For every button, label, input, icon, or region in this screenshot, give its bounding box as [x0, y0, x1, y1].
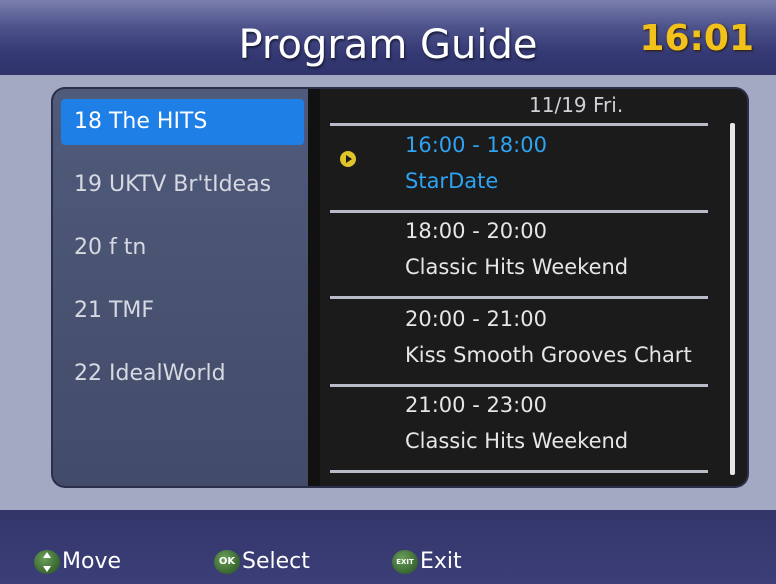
move-hint[interactable]: Move [34, 548, 121, 576]
program-separator [330, 123, 708, 126]
move-label: Move [62, 549, 121, 574]
select-label: Select [242, 549, 310, 574]
program-time[interactable]: 20:00 - 21:00 [405, 307, 547, 331]
panel-divider [308, 89, 320, 486]
select-hint[interactable]: OK Select [214, 548, 310, 576]
channel-list: 18 The HITS 19 UKTV Br'tIdeas 20 f tn 21… [53, 89, 308, 486]
channel-item-19[interactable]: 19 UKTV Br'tIdeas [61, 162, 304, 208]
program-separator [330, 296, 708, 299]
footer-bar: Move OK Select EXIT Exit [0, 510, 776, 584]
program-time[interactable]: 21:00 - 23:00 [405, 393, 547, 417]
exit-icon: EXIT [392, 550, 418, 574]
clock: 16:01 [639, 18, 754, 59]
schedule-date: 11/19 Fri. [529, 93, 624, 117]
exit-hint[interactable]: EXIT Exit [392, 548, 462, 576]
ok-icon: OK [214, 550, 240, 574]
program-separator [330, 210, 708, 213]
channel-item-20[interactable]: 20 f tn [61, 225, 304, 271]
channel-item-21[interactable]: 21 TMF [61, 288, 304, 334]
channel-item-22[interactable]: 22 IdealWorld [61, 351, 304, 397]
schedule-scrollbar[interactable] [730, 123, 735, 475]
exit-label: Exit [420, 549, 462, 574]
move-icon [34, 550, 60, 574]
program-time[interactable]: 16:00 - 18:00 [405, 133, 547, 157]
program-time[interactable]: 18:00 - 20:00 [405, 219, 547, 243]
channel-item-18[interactable]: 18 The HITS [61, 99, 304, 145]
header-bar: Program Guide 16:01 [0, 0, 776, 75]
program-name[interactable]: Classic Hits Weekend [405, 429, 628, 453]
program-name[interactable]: Kiss Smooth Grooves Chart [405, 343, 692, 367]
play-icon [340, 151, 356, 167]
program-separator [330, 470, 708, 473]
program-name[interactable]: Classic Hits Weekend [405, 255, 628, 279]
program-name[interactable]: StarDate [405, 169, 498, 193]
guide-panel: 18 The HITS 19 UKTV Br'tIdeas 20 f tn 21… [53, 89, 747, 486]
program-separator [330, 384, 708, 387]
